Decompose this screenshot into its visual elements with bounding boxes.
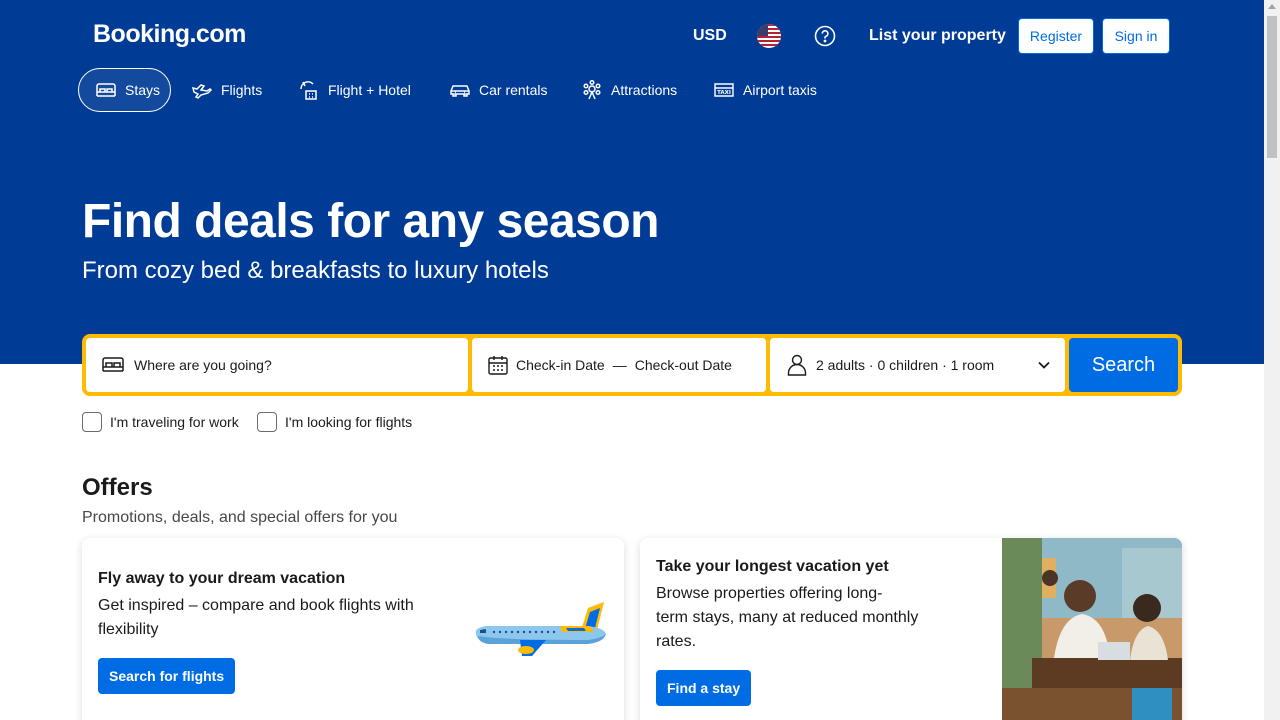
offers-title: Offers bbox=[82, 474, 153, 501]
booking-logo[interactable]: Booking.com bbox=[93, 20, 246, 49]
checkin-date[interactable]: Check-in Date bbox=[516, 357, 605, 373]
scroll-thumb[interactable] bbox=[1267, 16, 1277, 158]
destination-field[interactable]: Where are you going? bbox=[86, 338, 468, 392]
vacation-photo bbox=[1002, 538, 1182, 720]
flight-hotel-icon bbox=[300, 81, 317, 100]
date-separator: — bbox=[612, 357, 627, 373]
airplane-illustration bbox=[475, 602, 606, 656]
search-bar: Where are you going? Check-in Date — Che… bbox=[82, 334, 1182, 396]
scroll-up-arrow[interactable] bbox=[1268, 4, 1276, 9]
tab-car-rentals[interactable]: Car rentals bbox=[449, 68, 547, 112]
guests-field[interactable]: 2 adults · 0 children · 1 room bbox=[770, 338, 1065, 392]
hero-banner bbox=[0, 0, 1264, 364]
offer-text-line: flexibility bbox=[98, 621, 159, 638]
currency-selector[interactable]: USD bbox=[693, 27, 727, 45]
flights-checkbox[interactable]: I'm looking for flights bbox=[257, 412, 412, 432]
work-travel-checkbox[interactable]: I'm traveling for work bbox=[82, 412, 239, 432]
search-button[interactable]: Search bbox=[1069, 338, 1178, 392]
hero-title: Find deals for any season bbox=[82, 195, 660, 248]
destination-input[interactable]: Where are you going? bbox=[134, 357, 272, 373]
tab-airport-taxis-label: Airport taxis bbox=[743, 82, 817, 98]
checkout-date[interactable]: Check-out Date bbox=[635, 357, 732, 373]
offer-card-text: Browse properties offering long- term st… bbox=[656, 582, 918, 654]
find-stay-button[interactable]: Find a stay bbox=[656, 670, 752, 706]
register-button[interactable]: Register bbox=[1018, 18, 1094, 54]
offer-card-flights: Fly away to your dream vacation Get insp… bbox=[82, 538, 624, 720]
tab-flights-label: Flights bbox=[221, 82, 263, 98]
plane-icon bbox=[191, 84, 213, 99]
guests-summary: 2 adults · 0 children · 1 room bbox=[816, 357, 995, 373]
car-icon bbox=[450, 85, 470, 97]
svg-text:TAXI: TAXI bbox=[717, 90, 731, 96]
calendar-icon bbox=[488, 356, 508, 375]
checkbox-box[interactable] bbox=[82, 412, 102, 432]
chevron-down-icon bbox=[1038, 361, 1050, 369]
bed-icon bbox=[102, 357, 124, 372]
person-icon bbox=[787, 354, 807, 376]
sign-in-button[interactable]: Sign in bbox=[1102, 18, 1170, 54]
tab-flights[interactable]: Flights bbox=[191, 68, 262, 112]
search-flights-button[interactable]: Search for flights bbox=[98, 658, 236, 694]
tab-stays-label: Stays bbox=[125, 82, 161, 98]
offer-text-line: rates. bbox=[656, 633, 697, 650]
tab-car-rentals-label: Car rentals bbox=[479, 82, 548, 98]
hero-subtitle: From cozy bed & breakfasts to luxury hot… bbox=[82, 257, 549, 284]
date-field[interactable]: Check-in Date — Check-out Date bbox=[472, 338, 766, 392]
tab-attractions[interactable]: Attractions bbox=[581, 68, 677, 112]
tab-stays[interactable]: Stays bbox=[78, 68, 171, 112]
checkbox-box[interactable] bbox=[257, 412, 277, 432]
offer-text-line: term stays, many at reduced monthly bbox=[656, 609, 919, 626]
us-flag-icon[interactable] bbox=[757, 24, 781, 48]
help-circle-icon[interactable] bbox=[814, 25, 836, 47]
tab-flight-hotel-label: Flight + Hotel bbox=[328, 82, 411, 98]
work-travel-label: I'm traveling for work bbox=[110, 414, 239, 430]
offers-subtitle: Promotions, deals, and special offers fo… bbox=[82, 509, 398, 526]
offer-card-text: Get inspired – compare and book flights … bbox=[98, 594, 414, 642]
offer-text-line: Get inspired – compare and book flights … bbox=[98, 597, 414, 614]
flights-label: I'm looking for flights bbox=[285, 414, 413, 430]
tab-attractions-label: Attractions bbox=[611, 82, 678, 98]
offer-card-title: Fly away to your dream vacation bbox=[98, 570, 346, 587]
offer-card-long-stays: Take your longest vacation yet Browse pr… bbox=[640, 538, 1182, 720]
taxi-icon: TAXI bbox=[714, 83, 734, 97]
offer-card-title: Take your longest vacation yet bbox=[656, 558, 889, 575]
tab-airport-taxis[interactable]: TAXI Airport taxis bbox=[713, 68, 817, 112]
offer-text-line: Browse properties offering long- bbox=[656, 585, 883, 602]
tab-flight-hotel[interactable]: Flight + Hotel bbox=[298, 68, 411, 112]
list-property-link[interactable]: List your property bbox=[869, 27, 1006, 45]
attractions-icon bbox=[583, 79, 601, 100]
bed-icon bbox=[96, 83, 116, 97]
page-scrollbar[interactable] bbox=[1264, 0, 1280, 720]
